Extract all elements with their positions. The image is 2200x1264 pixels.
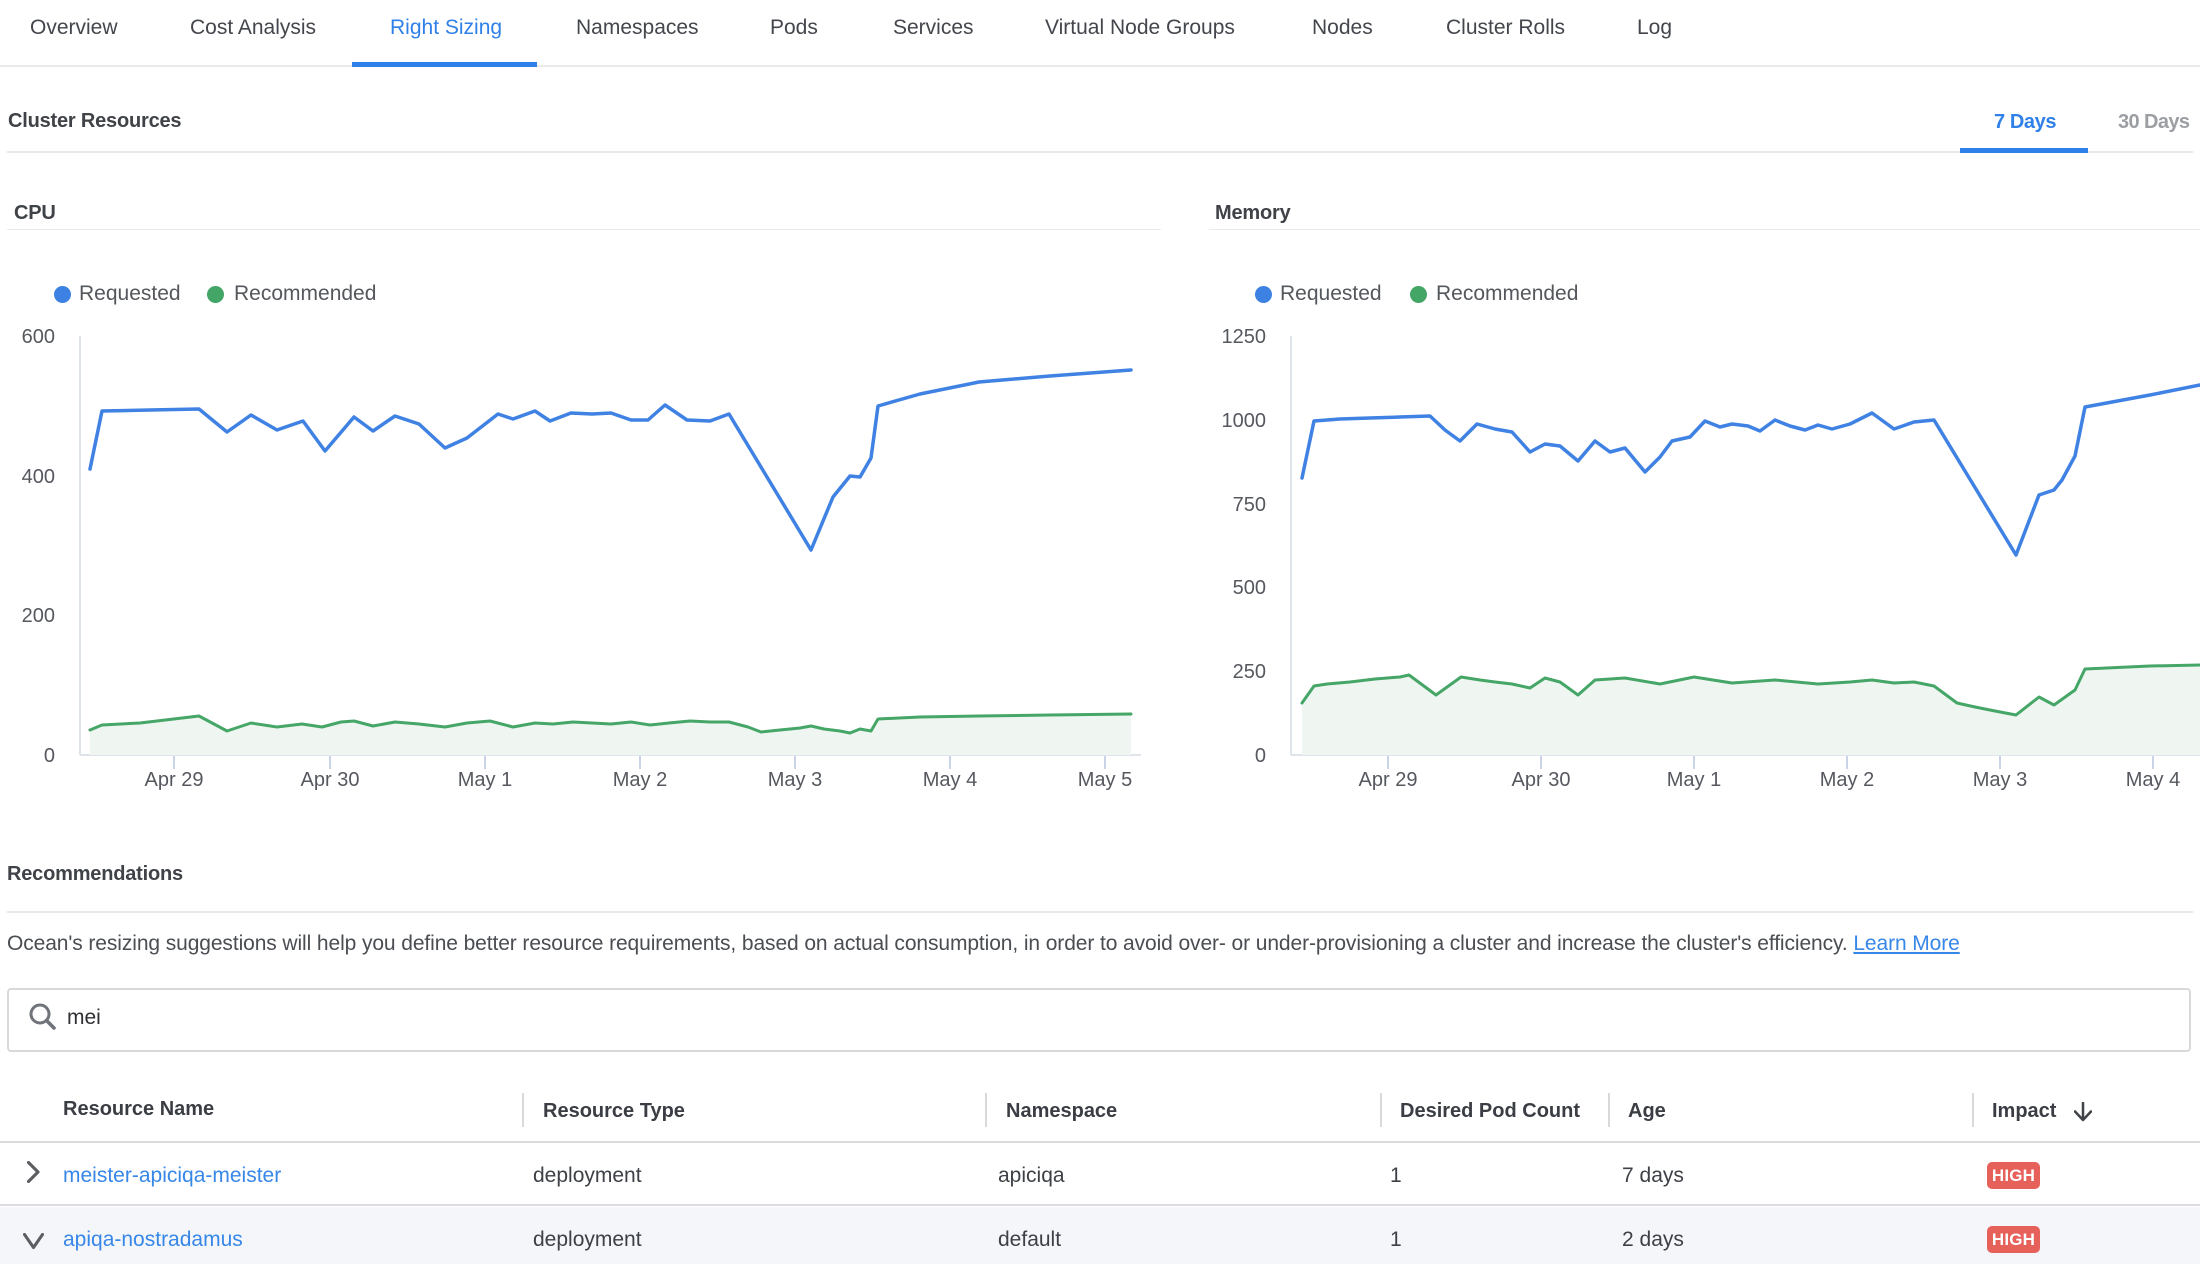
svg-text:250: 250 bbox=[1233, 661, 1266, 683]
svg-text:May 4: May 4 bbox=[2126, 769, 2180, 791]
svg-text:200: 200 bbox=[22, 605, 55, 627]
svg-text:Apr 30: Apr 30 bbox=[1512, 769, 1571, 791]
svg-text:750: 750 bbox=[1233, 494, 1266, 516]
svg-text:May 4: May 4 bbox=[923, 769, 977, 791]
svg-text:May 1: May 1 bbox=[458, 769, 512, 791]
svg-text:May 1: May 1 bbox=[1667, 769, 1721, 791]
svg-text:0: 0 bbox=[44, 745, 55, 767]
svg-text:1000: 1000 bbox=[1222, 410, 1267, 432]
svg-text:400: 400 bbox=[22, 466, 55, 488]
svg-text:May 2: May 2 bbox=[1820, 769, 1874, 791]
svg-text:600: 600 bbox=[22, 326, 55, 348]
svg-text:Apr 29: Apr 29 bbox=[1359, 769, 1418, 791]
svg-text:May 5: May 5 bbox=[1078, 769, 1132, 791]
svg-text:May 2: May 2 bbox=[613, 769, 667, 791]
svg-text:Apr 29: Apr 29 bbox=[145, 769, 204, 791]
svg-text:May 3: May 3 bbox=[768, 769, 822, 791]
svg-text:500: 500 bbox=[1233, 577, 1266, 599]
svg-text:May 3: May 3 bbox=[1973, 769, 2027, 791]
svg-text:1250: 1250 bbox=[1222, 326, 1267, 348]
svg-text:0: 0 bbox=[1255, 745, 1266, 767]
svg-text:Apr 30: Apr 30 bbox=[301, 769, 360, 791]
